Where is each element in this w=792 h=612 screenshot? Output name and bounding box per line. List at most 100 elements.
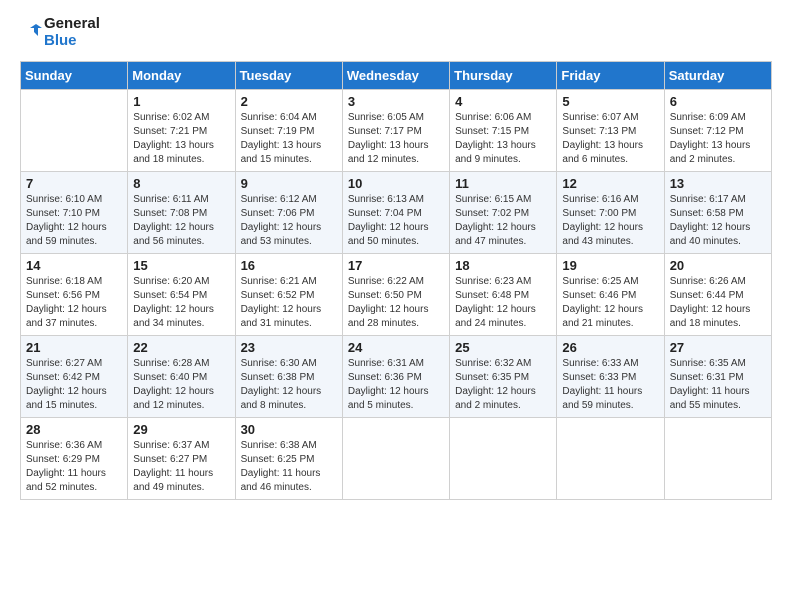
- calendar-cell: 11 Sunrise: 6:15 AMSunset: 7:02 PMDayligh…: [450, 172, 557, 254]
- day-number: 7: [26, 176, 122, 191]
- day-number: 2: [241, 94, 337, 109]
- cell-sun-info: Sunrise: 6:06 AMSunset: 7:15 PMDaylight:…: [455, 111, 551, 167]
- calendar-cell: [450, 418, 557, 500]
- logo-svg: General Blue: [20, 16, 100, 49]
- calendar-cell: 29 Sunrise: 6:37 AMSunset: 6:27 PMDayligh…: [128, 418, 235, 500]
- day-number: 24: [348, 340, 444, 355]
- weekday-header-monday: Monday: [128, 62, 235, 90]
- weekday-header-sunday: Sunday: [21, 62, 128, 90]
- calendar-cell: 2 Sunrise: 6:04 AMSunset: 7:19 PMDaylight…: [235, 90, 342, 172]
- calendar-week-3: 14 Sunrise: 6:18 AMSunset: 6:56 PMDayligh…: [21, 254, 772, 336]
- calendar-cell: 4 Sunrise: 6:06 AMSunset: 7:15 PMDaylight…: [450, 90, 557, 172]
- cell-sun-info: Sunrise: 6:21 AMSunset: 6:52 PMDaylight:…: [241, 275, 337, 331]
- cell-sun-info: Sunrise: 6:07 AMSunset: 7:13 PMDaylight:…: [562, 111, 658, 167]
- logo: General Blue: [20, 16, 100, 49]
- weekday-header-friday: Friday: [557, 62, 664, 90]
- calendar-cell: 28Sunrise: 6:36 AMSunset: 6:29 PMDayligh…: [21, 418, 128, 500]
- page-header: General Blue: [20, 16, 772, 49]
- calendar-cell: 25Sunrise: 6:32 AMSunset: 6:35 PMDayligh…: [450, 336, 557, 418]
- calendar-week-5: 28Sunrise: 6:36 AMSunset: 6:29 PMDayligh…: [21, 418, 772, 500]
- weekday-header-tuesday: Tuesday: [235, 62, 342, 90]
- calendar-cell: 23Sunrise: 6:30 AMSunset: 6:38 PMDayligh…: [235, 336, 342, 418]
- calendar-table: SundayMondayTuesdayWednesdayThursdayFrid…: [20, 61, 772, 500]
- cell-sun-info: Sunrise: 6:38 AMSunset: 6:25 PMDaylight:…: [241, 439, 337, 495]
- day-number: 13: [670, 176, 766, 191]
- calendar-cell: 10 Sunrise: 6:13 AMSunset: 7:04 PMDayligh…: [342, 172, 449, 254]
- calendar-cell: 22 Sunrise: 6:28 AMSunset: 6:40 PMDayligh…: [128, 336, 235, 418]
- cell-sun-info: Sunrise: 6:18 AMSunset: 6:56 PMDaylight:…: [26, 275, 122, 331]
- calendar-cell: [664, 418, 771, 500]
- logo-general-text: General: [44, 16, 100, 33]
- calendar-cell: 3 Sunrise: 6:05 AMSunset: 7:17 PMDaylight…: [342, 90, 449, 172]
- cell-sun-info: Sunrise: 6:27 AMSunset: 6:42 PMDaylight:…: [26, 357, 122, 413]
- calendar-cell: 8 Sunrise: 6:11 AMSunset: 7:08 PMDaylight…: [128, 172, 235, 254]
- cell-sun-info: Sunrise: 6:11 AMSunset: 7:08 PMDaylight:…: [133, 193, 229, 249]
- cell-sun-info: Sunrise: 6:30 AMSunset: 6:38 PMDaylight:…: [241, 357, 337, 413]
- calendar-cell: 21 Sunrise: 6:27 AMSunset: 6:42 PMDayligh…: [21, 336, 128, 418]
- calendar-cell: 27 Sunrise: 6:35 AMSunset: 6:31 PMDayligh…: [664, 336, 771, 418]
- day-number: 3: [348, 94, 444, 109]
- weekday-header-row: SundayMondayTuesdayWednesdayThursdayFrid…: [21, 62, 772, 90]
- day-number: 10: [348, 176, 444, 191]
- calendar-cell: [21, 90, 128, 172]
- cell-sun-info: Sunrise: 6:10 AMSunset: 7:10 PMDaylight:…: [26, 193, 122, 249]
- calendar-cell: 30 Sunrise: 6:38 AMSunset: 6:25 PMDayligh…: [235, 418, 342, 500]
- cell-sun-info: Sunrise: 6:25 AMSunset: 6:46 PMDaylight:…: [562, 275, 658, 331]
- day-number: 26: [562, 340, 658, 355]
- calendar-cell: 17 Sunrise: 6:22 AMSunset: 6:50 PMDayligh…: [342, 254, 449, 336]
- cell-sun-info: Sunrise: 6:05 AMSunset: 7:17 PMDaylight:…: [348, 111, 444, 167]
- logo-bird-icon: [20, 22, 42, 44]
- day-number: 30: [241, 422, 337, 437]
- calendar-cell: [557, 418, 664, 500]
- day-number: 17: [348, 258, 444, 273]
- calendar-cell: 13 Sunrise: 6:17 AMSunset: 6:58 PMDayligh…: [664, 172, 771, 254]
- calendar-cell: 12 Sunrise: 6:16 AMSunset: 7:00 PMDayligh…: [557, 172, 664, 254]
- calendar-cell: 15Sunrise: 6:20 AMSunset: 6:54 PMDayligh…: [128, 254, 235, 336]
- cell-sun-info: Sunrise: 6:22 AMSunset: 6:50 PMDaylight:…: [348, 275, 444, 331]
- day-number: 25: [455, 340, 551, 355]
- calendar-cell: 5 Sunrise: 6:07 AMSunset: 7:13 PMDaylight…: [557, 90, 664, 172]
- cell-sun-info: Sunrise: 6:23 AMSunset: 6:48 PMDaylight:…: [455, 275, 551, 331]
- day-number: 19: [562, 258, 658, 273]
- cell-sun-info: Sunrise: 6:33 AMSunset: 6:33 PMDaylight:…: [562, 357, 658, 413]
- calendar-week-1: 1Sunrise: 6:02 AMSunset: 7:21 PMDaylight…: [21, 90, 772, 172]
- cell-sun-info: Sunrise: 6:16 AMSunset: 7:00 PMDaylight:…: [562, 193, 658, 249]
- calendar-week-4: 21 Sunrise: 6:27 AMSunset: 6:42 PMDayligh…: [21, 336, 772, 418]
- weekday-header-thursday: Thursday: [450, 62, 557, 90]
- calendar-cell: 1Sunrise: 6:02 AMSunset: 7:21 PMDaylight…: [128, 90, 235, 172]
- cell-sun-info: Sunrise: 6:13 AMSunset: 7:04 PMDaylight:…: [348, 193, 444, 249]
- cell-sun-info: Sunrise: 6:37 AMSunset: 6:27 PMDaylight:…: [133, 439, 229, 495]
- calendar-cell: 19 Sunrise: 6:25 AMSunset: 6:46 PMDayligh…: [557, 254, 664, 336]
- calendar-cell: 14 Sunrise: 6:18 AMSunset: 6:56 PMDayligh…: [21, 254, 128, 336]
- day-number: 18: [455, 258, 551, 273]
- day-number: 8: [133, 176, 229, 191]
- day-number: 11: [455, 176, 551, 191]
- day-number: 15: [133, 258, 229, 273]
- day-number: 22: [133, 340, 229, 355]
- day-number: 29: [133, 422, 229, 437]
- cell-sun-info: Sunrise: 6:36 AMSunset: 6:29 PMDaylight:…: [26, 439, 122, 495]
- logo-blue-text: Blue: [44, 33, 100, 50]
- day-number: 21: [26, 340, 122, 355]
- calendar-cell: 26 Sunrise: 6:33 AMSunset: 6:33 PMDayligh…: [557, 336, 664, 418]
- calendar-cell: 20Sunrise: 6:26 AMSunset: 6:44 PMDayligh…: [664, 254, 771, 336]
- calendar-cell: 16Sunrise: 6:21 AMSunset: 6:52 PMDayligh…: [235, 254, 342, 336]
- cell-sun-info: Sunrise: 6:04 AMSunset: 7:19 PMDaylight:…: [241, 111, 337, 167]
- cell-sun-info: Sunrise: 6:28 AMSunset: 6:40 PMDaylight:…: [133, 357, 229, 413]
- cell-sun-info: Sunrise: 6:17 AMSunset: 6:58 PMDaylight:…: [670, 193, 766, 249]
- cell-sun-info: Sunrise: 6:31 AMSunset: 6:36 PMDaylight:…: [348, 357, 444, 413]
- day-number: 27: [670, 340, 766, 355]
- day-number: 5: [562, 94, 658, 109]
- day-number: 9: [241, 176, 337, 191]
- day-number: 6: [670, 94, 766, 109]
- day-number: 1: [133, 94, 229, 109]
- day-number: 14: [26, 258, 122, 273]
- day-number: 12: [562, 176, 658, 191]
- cell-sun-info: Sunrise: 6:09 AMSunset: 7:12 PMDaylight:…: [670, 111, 766, 167]
- calendar-cell: 9Sunrise: 6:12 AMSunset: 7:06 PMDaylight…: [235, 172, 342, 254]
- calendar-cell: 18 Sunrise: 6:23 AMSunset: 6:48 PMDayligh…: [450, 254, 557, 336]
- calendar-cell: [342, 418, 449, 500]
- day-number: 4: [455, 94, 551, 109]
- cell-sun-info: Sunrise: 6:35 AMSunset: 6:31 PMDaylight:…: [670, 357, 766, 413]
- cell-sun-info: Sunrise: 6:15 AMSunset: 7:02 PMDaylight:…: [455, 193, 551, 249]
